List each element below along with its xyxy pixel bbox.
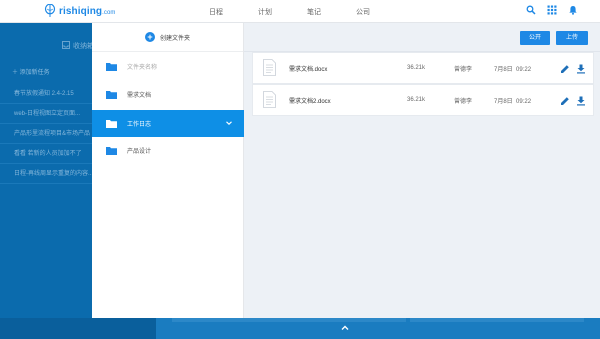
apps-grid-icon[interactable] bbox=[547, 5, 557, 15]
document-icon bbox=[263, 59, 276, 76]
file-date: 7月8日 09:22 bbox=[494, 66, 532, 73]
list-item: 看看 若新的人员加加不了 bbox=[0, 144, 92, 164]
file-owner: 曾德李 bbox=[454, 98, 473, 105]
file-row[interactable]: 需求文档.docx 36.21k 曾德李 7月8日 09:22 bbox=[252, 52, 594, 84]
folder-label: 需求文档 bbox=[127, 93, 152, 99]
file-toolbar: 公开 上传 bbox=[244, 23, 600, 52]
inbox-tray-icon bbox=[62, 41, 70, 51]
brand-name: rishiqing bbox=[59, 5, 103, 17]
download-icon[interactable] bbox=[576, 64, 586, 74]
nav-item-schedule[interactable]: 日程 bbox=[209, 7, 223, 17]
inbox-header: 收纳箱 bbox=[62, 41, 94, 51]
new-folder-name-row[interactable]: 文件夹名称 bbox=[92, 53, 244, 80]
brand-logo[interactable]: rishiqing.com bbox=[44, 4, 116, 18]
folder-label: 工作日志 bbox=[127, 122, 152, 128]
list-item: 产品形里流程项目&市场产品 bbox=[0, 124, 92, 144]
file-panel: 公开 上传 需求文档.docx 36.21k 曾德李 7月8日 09:22 需求… bbox=[244, 23, 600, 318]
nav-item-notes[interactable]: 笔记 bbox=[307, 7, 321, 17]
folder-icon bbox=[106, 62, 117, 71]
add-task-label: 添加新任务 bbox=[19, 70, 50, 76]
public-button[interactable]: 公开 bbox=[520, 31, 550, 45]
brand-suffix: .com bbox=[102, 9, 116, 16]
chevron-up-icon[interactable] bbox=[340, 323, 350, 333]
inbox-task-list: 春节放假通知 2.4-2.15 web-日程视图立定页面... 产品形里流程项目… bbox=[0, 84, 92, 184]
bottom-divider bbox=[172, 318, 406, 322]
upload-button[interactable]: 上传 bbox=[556, 31, 588, 45]
folder-icon bbox=[106, 90, 117, 99]
file-size: 36.21k bbox=[407, 97, 426, 103]
bell-icon[interactable] bbox=[568, 5, 578, 15]
plus-circle-icon: + bbox=[144, 32, 155, 42]
nav-item-plan[interactable]: 计划 bbox=[258, 7, 272, 17]
top-bar: rishiqing.com 日程 计划 笔记 公司 bbox=[0, 0, 600, 23]
file-owner: 曾德李 bbox=[454, 66, 473, 73]
top-icons bbox=[526, 5, 578, 15]
folder-item-requirements[interactable]: 需求文档 bbox=[92, 81, 244, 108]
document-icon bbox=[263, 91, 276, 108]
folder-icon bbox=[106, 146, 117, 155]
folder-label: 产品设计 bbox=[127, 149, 152, 155]
main-nav: 日程 计划 笔记 公司 bbox=[209, 0, 405, 23]
search-icon[interactable] bbox=[526, 5, 536, 15]
folder-panel: + 创建文件夹 文件夹名称 需求文档 工作日志 产品设计 bbox=[92, 23, 244, 318]
bottom-bar bbox=[0, 318, 600, 339]
create-folder-button[interactable]: + 创建文件夹 bbox=[92, 23, 243, 52]
folder-item-work-log[interactable]: 工作日志 bbox=[92, 110, 244, 137]
folder-item-product-design[interactable]: 产品设计 bbox=[92, 137, 244, 164]
download-icon[interactable] bbox=[576, 96, 586, 106]
file-row[interactable]: 需求文档2.docx 36.21k 曾德李 7月8日 09:22 bbox=[252, 84, 594, 116]
chevron-down-icon[interactable] bbox=[225, 119, 233, 127]
list-item: 日程-再线周显示重复的内容... bbox=[0, 164, 92, 184]
file-date: 7月8日 09:22 bbox=[494, 98, 532, 105]
bottom-divider bbox=[410, 318, 584, 322]
inbox-title: 收纳箱 bbox=[73, 43, 94, 50]
add-task-row: ＋ 添加新任务 bbox=[12, 70, 50, 76]
nav-item-company[interactable]: 公司 bbox=[356, 7, 370, 17]
pencil-edit-icon[interactable] bbox=[560, 64, 570, 74]
list-item: web-日程视图立定页面... bbox=[0, 104, 92, 124]
pencil-edit-icon[interactable] bbox=[560, 96, 570, 106]
create-folder-label: 创建文件夹 bbox=[159, 35, 190, 42]
folder-name-placeholder: 文件夹名称 bbox=[127, 65, 158, 71]
file-size: 36.21k bbox=[407, 65, 426, 71]
folder-icon bbox=[106, 119, 117, 128]
balloon-logo-icon bbox=[44, 4, 56, 18]
list-item: 春节放假通知 2.4-2.15 bbox=[0, 84, 92, 104]
file-name: 需求文档.docx bbox=[289, 66, 328, 73]
file-name: 需求文档2.docx bbox=[289, 98, 331, 105]
